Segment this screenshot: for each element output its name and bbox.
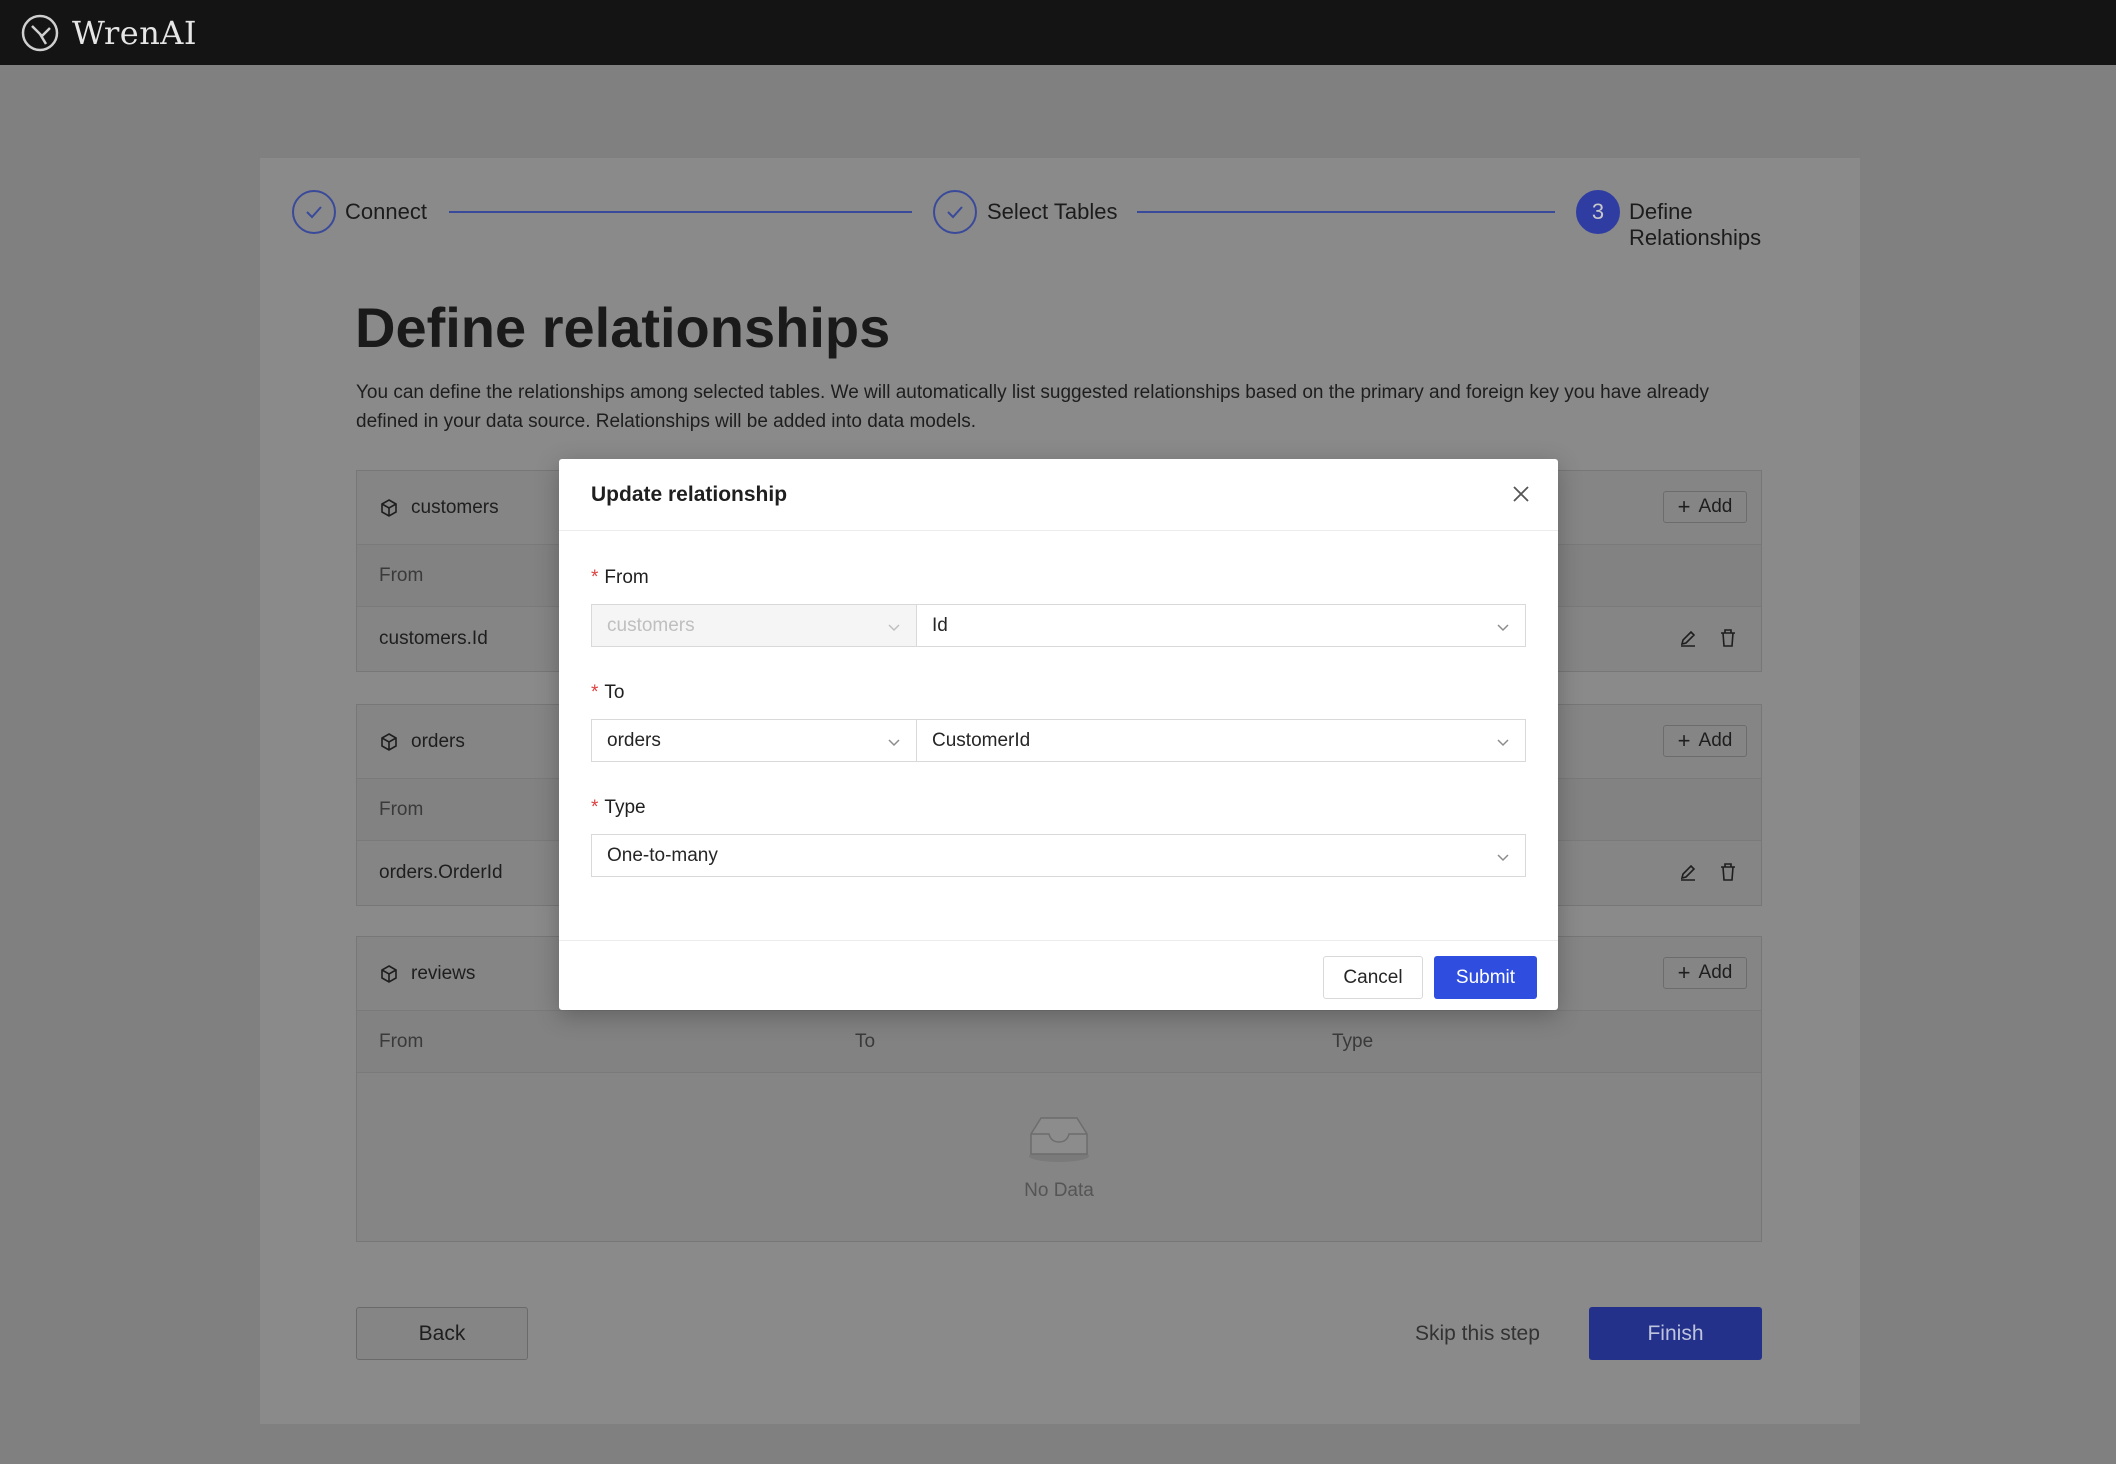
back-button[interactable]: Back	[356, 1307, 528, 1360]
step-connect-check-icon	[292, 190, 336, 234]
to-model-value: orders	[607, 729, 661, 751]
panel-title: reviews	[411, 962, 476, 984]
type-value: One-to-many	[607, 844, 718, 866]
column-type: Type	[1332, 1030, 1374, 1052]
chevron-down-icon	[1497, 739, 1509, 747]
logo-icon	[21, 14, 59, 51]
panel-title: customers	[411, 496, 499, 518]
column-from: From	[379, 1030, 424, 1052]
from-field-value: Id	[932, 614, 948, 636]
column-to: To	[855, 1030, 876, 1052]
to-field-value: CustomerId	[932, 729, 1031, 751]
delete-icon[interactable]	[1717, 627, 1739, 649]
app-name: WrenAI	[72, 13, 198, 52]
plus-icon: +	[1677, 494, 1691, 519]
from-field-select[interactable]: Id	[916, 604, 1526, 647]
column-from: From	[379, 564, 424, 586]
top-bar: WrenAI	[0, 0, 2116, 65]
skip-step-link[interactable]: Skip this step	[1415, 1322, 1540, 1346]
modal-footer: Cancel Submit	[559, 940, 1558, 1010]
to-model-select[interactable]: orders	[591, 719, 917, 762]
empty-text: No Data	[1024, 1180, 1094, 1201]
step-number: 3	[1591, 199, 1605, 224]
chevron-down-icon	[888, 739, 900, 747]
step-define-relationships-label: Define Relationships	[1629, 199, 1762, 250]
add-relationship-button[interactable]: + Add	[1663, 957, 1747, 989]
column-from: From	[379, 798, 424, 820]
add-relationship-button[interactable]: + Add	[1663, 725, 1747, 757]
delete-icon[interactable]	[1717, 861, 1739, 883]
submit-button[interactable]: Submit	[1434, 956, 1537, 999]
cube-icon	[381, 498, 397, 517]
to-label-text: To	[604, 682, 625, 703]
plus-icon: +	[1677, 960, 1691, 985]
required-mark: *	[591, 567, 599, 588]
row-from-value: orders.OrderId	[379, 862, 503, 883]
cube-icon	[381, 732, 397, 751]
required-mark: *	[591, 797, 599, 818]
type-label-text: Type	[604, 797, 646, 818]
empty-state: No Data	[357, 1073, 1761, 1241]
close-icon[interactable]	[1510, 483, 1532, 505]
cancel-button[interactable]: Cancel	[1323, 956, 1423, 999]
relationship-type-select[interactable]: One-to-many	[591, 834, 1526, 877]
empty-inbox-icon	[1029, 1117, 1089, 1162]
step-connect-label: Connect	[345, 199, 427, 224]
add-label: Add	[1698, 730, 1733, 751]
from-label: * From	[591, 567, 649, 589]
update-relationship-modal: Update relationship * From customers Id *…	[559, 459, 1558, 1010]
cube-icon	[381, 964, 397, 983]
from-model-value: customers	[607, 614, 695, 636]
step-number-badge: 3	[1576, 190, 1620, 234]
step-select-tables-check-icon	[933, 190, 977, 234]
from-label-text: From	[604, 567, 649, 588]
add-label: Add	[1698, 962, 1733, 983]
plus-icon: +	[1677, 728, 1691, 753]
finish-button[interactable]: Finish	[1589, 1307, 1762, 1360]
type-label: * Type	[591, 797, 646, 819]
chevron-down-icon	[1497, 624, 1509, 632]
stepper: Connect Select Tables 3 Define Relations…	[292, 190, 1828, 250]
to-label: * To	[591, 682, 624, 704]
step-divider	[1137, 211, 1555, 213]
from-model-select: customers	[591, 604, 917, 647]
add-relationship-button[interactable]: + Add	[1663, 491, 1747, 523]
panel-title: orders	[411, 730, 465, 752]
chevron-down-icon	[888, 624, 900, 632]
table-header: From To Type	[357, 1011, 1761, 1073]
to-field-select[interactable]: CustomerId	[916, 719, 1526, 762]
modal-header: Update relationship	[559, 459, 1558, 531]
step-divider	[449, 211, 912, 213]
page-description: You can define the relationships among s…	[356, 382, 1709, 432]
required-mark: *	[591, 682, 599, 703]
edit-icon[interactable]	[1677, 861, 1699, 883]
step-select-tables-label: Select Tables	[987, 199, 1118, 224]
row-from-value: customers.Id	[379, 628, 488, 649]
page-title: Define relationships	[355, 296, 891, 359]
chevron-down-icon	[1497, 854, 1509, 862]
add-label: Add	[1698, 496, 1733, 517]
edit-icon[interactable]	[1677, 627, 1699, 649]
modal-title: Update relationship	[591, 482, 788, 506]
